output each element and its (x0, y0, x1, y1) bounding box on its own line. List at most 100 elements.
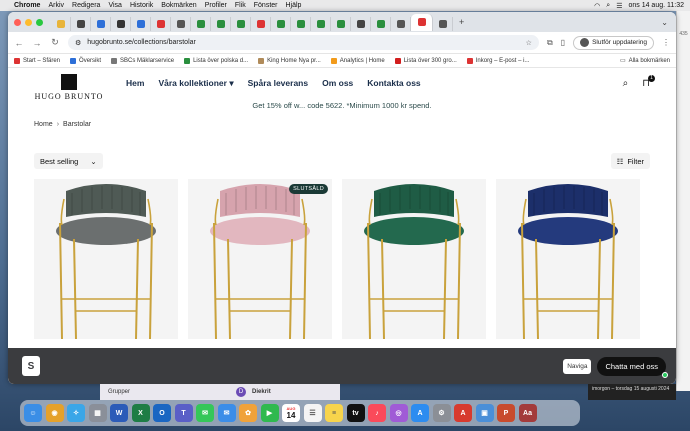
browser-tab[interactable] (331, 16, 351, 31)
browser-tab[interactable] (251, 16, 271, 31)
bookmark-star-icon[interactable]: ☆ (526, 39, 532, 47)
product-card[interactable] (34, 179, 178, 339)
browser-tab[interactable] (211, 16, 231, 31)
menu-fonster[interactable]: Fönster (254, 2, 278, 9)
nav-home[interactable]: Hem (126, 78, 144, 89)
cart-icon[interactable]: ⊓ 1 (642, 74, 655, 89)
bookmark-item[interactable]: Inkorg – E-post – i... (466, 57, 529, 64)
bookmark-item[interactable]: Start – Sfären (14, 57, 60, 64)
address-bar[interactable]: ⚙ hugobrunto.se/collections/barstolar ☆ (68, 35, 539, 50)
sort-select[interactable]: Best selling ⌄ (34, 153, 103, 169)
menu-historik[interactable]: Historik (130, 2, 153, 9)
menubar-datetime[interactable]: ons 14 aug. 11:32 (628, 2, 684, 9)
chat-button[interactable]: Chatta med oss (597, 356, 668, 378)
tab-search-chevron-icon[interactable]: ⌄ (661, 18, 668, 27)
browser-tab[interactable] (111, 16, 131, 31)
dock-podcasts-icon[interactable]: ◎ (389, 404, 408, 422)
nav-track-order[interactable]: Spåra leverans (248, 78, 308, 89)
bookmark-item[interactable]: SBCs Mäklarservice (111, 57, 174, 64)
dock-settings-icon[interactable]: ⚙ (432, 404, 451, 422)
dock-acrobat-icon[interactable]: A (454, 404, 472, 422)
breadcrumb-home[interactable]: Home (34, 121, 53, 128)
minimize-window-button[interactable] (25, 18, 32, 26)
dock-notes-icon[interactable]: ≡ (325, 404, 343, 422)
site-logo[interactable]: HUGO BRUNTO (34, 73, 104, 101)
browser-tab[interactable] (91, 16, 111, 31)
dock-word-icon[interactable]: W (110, 404, 128, 422)
browser-tab[interactable] (433, 16, 453, 31)
browser-tab[interactable] (411, 13, 433, 31)
browser-tab[interactable] (191, 16, 211, 31)
site-info-icon[interactable]: ⚙ (75, 39, 81, 47)
search-icon[interactable]: ⌕ (623, 78, 629, 89)
browser-tab[interactable] (131, 16, 151, 31)
browser-tab[interactable] (171, 16, 191, 31)
dock-excel-icon[interactable]: X (131, 404, 150, 422)
menu-redigera[interactable]: Redigera (72, 2, 100, 9)
bookmark-item[interactable]: Lista över 300 gro... (394, 57, 457, 64)
menu-arkiv[interactable]: Arkiv (48, 2, 64, 9)
menu-bokmarken[interactable]: Bokmärken (161, 2, 196, 9)
peek-name[interactable]: Diekrit (252, 389, 271, 395)
more-menu-icon[interactable]: ⋮ (662, 38, 670, 47)
dock-finder-icon[interactable]: ☺ (24, 404, 42, 422)
new-tab-button[interactable]: + (459, 17, 464, 27)
url-text[interactable]: hugobrunto.se/collections/barstolar (87, 39, 196, 46)
forward-button[interactable]: → (32, 38, 42, 48)
shopify-bag-icon[interactable]: S (22, 356, 40, 376)
dock-safari-icon[interactable]: ✧ (67, 404, 85, 422)
dock-appletv-icon[interactable]: tv (346, 404, 365, 422)
dock-teams-icon[interactable]: T (174, 404, 193, 422)
dock-appstore-icon[interactable]: A (411, 404, 429, 422)
search-icon[interactable]: ⌕ (606, 2, 610, 10)
dock-powerpoint-icon[interactable]: P (497, 404, 515, 422)
all-bookmarks-button[interactable]: ▭ Alla bokmärken (620, 57, 670, 65)
close-window-button[interactable] (14, 18, 21, 26)
browser-tab[interactable] (271, 16, 291, 31)
dock-launchpad-icon[interactable]: ▦ (88, 404, 107, 422)
dock-calendar-icon[interactable]: AUG 14 (282, 404, 300, 422)
wifi-icon[interactable]: ◠ (594, 2, 600, 10)
product-card[interactable]: SLUTSÅLD (188, 179, 332, 339)
browser-tab[interactable] (371, 16, 391, 31)
browser-tab[interactable] (351, 16, 371, 31)
browser-tab[interactable] (51, 16, 71, 31)
menu-profiler[interactable]: Profiler (205, 2, 227, 9)
browser-tab[interactable] (151, 16, 171, 31)
zoom-window-button[interactable] (36, 18, 43, 26)
product-card[interactable] (496, 179, 640, 339)
dock-music-icon[interactable]: ♪ (368, 404, 386, 422)
bookmark-item[interactable]: Analytics | Home (330, 57, 385, 64)
menu-visa[interactable]: Visa (108, 2, 122, 9)
dock-dictionary-icon[interactable]: Aa (518, 404, 537, 422)
product-card[interactable] (342, 179, 486, 339)
extensions-icon[interactable]: ⧉ (547, 38, 553, 48)
dock-mail-icon[interactable]: ✉ (217, 404, 236, 422)
nav-about[interactable]: Om oss (322, 78, 353, 89)
bookmark-item[interactable]: King Home Nya pr... (258, 57, 321, 64)
bookmark-item[interactable]: Lista över polska d... (184, 57, 248, 64)
browser-tab[interactable] (71, 16, 91, 31)
sidebar-icon[interactable]: ▯ (561, 38, 565, 47)
dock-messages-icon[interactable]: ✉ (196, 404, 214, 422)
browser-tab[interactable] (231, 16, 251, 31)
browser-tab[interactable] (291, 16, 311, 31)
navigation-button[interactable]: Naviga (563, 358, 592, 374)
control-center-icon[interactable]: ☰ (616, 2, 622, 10)
nav-contact[interactable]: Kontakta oss (367, 78, 420, 89)
dock-preview-icon[interactable]: ▣ (475, 404, 494, 422)
menu-flik[interactable]: Flik (235, 2, 246, 9)
dock-photos-icon[interactable]: ✿ (239, 404, 257, 422)
update-button[interactable]: Slutför uppdatering (573, 35, 654, 50)
filter-button[interactable]: ☷ Filter (610, 153, 650, 169)
dock-reminders-icon[interactable]: ☰ (303, 404, 322, 422)
reload-button[interactable]: ↻ (50, 37, 60, 48)
menu-hjalp[interactable]: Hjälp (286, 2, 302, 9)
browser-tab[interactable] (391, 16, 411, 31)
peek-groups[interactable]: Grupper (108, 389, 130, 395)
dock-facetime-icon[interactable]: ▶ (260, 404, 279, 422)
menu-chrome[interactable]: Chrome (14, 2, 40, 9)
dock-outlook-icon[interactable]: O (153, 404, 171, 422)
browser-tab[interactable] (311, 16, 331, 31)
bookmark-item[interactable]: Översikt (70, 57, 101, 64)
